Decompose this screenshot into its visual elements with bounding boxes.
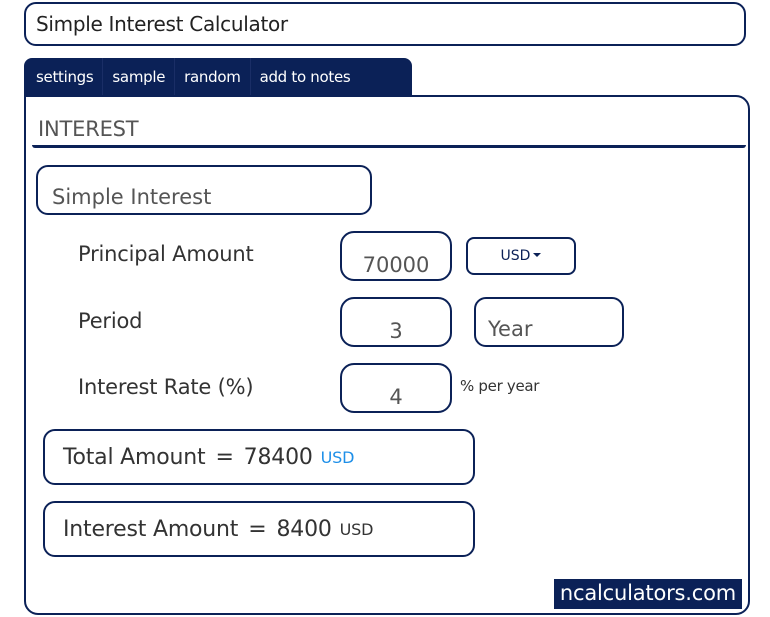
equals-sign: = xyxy=(215,444,234,470)
tab-add-to-notes[interactable]: add to notes xyxy=(249,58,360,96)
calculator-type-select[interactable]: Simple Interest xyxy=(36,165,372,215)
section-divider xyxy=(32,145,746,148)
caret-down-icon xyxy=(533,253,542,257)
period-input[interactable]: 3 xyxy=(340,297,452,347)
brand-link[interactable]: ncalculators.com xyxy=(553,579,742,609)
interest-rate-input[interactable]: 4 xyxy=(340,363,452,413)
equals-sign: = xyxy=(248,516,267,542)
principal-label: Principal Amount xyxy=(78,242,254,266)
interest-amount-value: 8400 xyxy=(276,516,332,542)
tab-bar: settings sample random add to notes xyxy=(24,58,412,96)
period-label: Period xyxy=(78,309,143,333)
interest-rate-suffix: % per year xyxy=(460,377,540,395)
tab-sample[interactable]: sample xyxy=(102,58,174,96)
interest-rate-label: Interest Rate (%) xyxy=(78,375,254,399)
total-amount-value: 78400 xyxy=(243,444,313,470)
calculator-title: Simple Interest Calculator xyxy=(24,2,746,46)
interest-amount-label: Interest Amount xyxy=(63,516,239,542)
calculator-panel: INTEREST Simple Interest Principal Amoun… xyxy=(24,95,750,615)
section-heading: INTEREST xyxy=(38,117,139,141)
interest-amount-result: Interest Amount = 8400 USD xyxy=(43,501,475,557)
tab-settings[interactable]: settings xyxy=(24,58,102,96)
currency-select[interactable]: USD xyxy=(466,237,576,275)
period-unit-select[interactable]: Year xyxy=(474,297,624,347)
currency-select-value: USD xyxy=(500,248,531,264)
principal-input[interactable]: 70000 xyxy=(340,231,452,281)
interest-amount-unit: USD xyxy=(339,519,374,539)
tab-random[interactable]: random xyxy=(174,58,249,96)
total-amount-label: Total Amount xyxy=(63,444,206,470)
total-amount-result: Total Amount = 78400 USD xyxy=(43,429,475,485)
total-amount-unit: USD xyxy=(320,447,355,467)
